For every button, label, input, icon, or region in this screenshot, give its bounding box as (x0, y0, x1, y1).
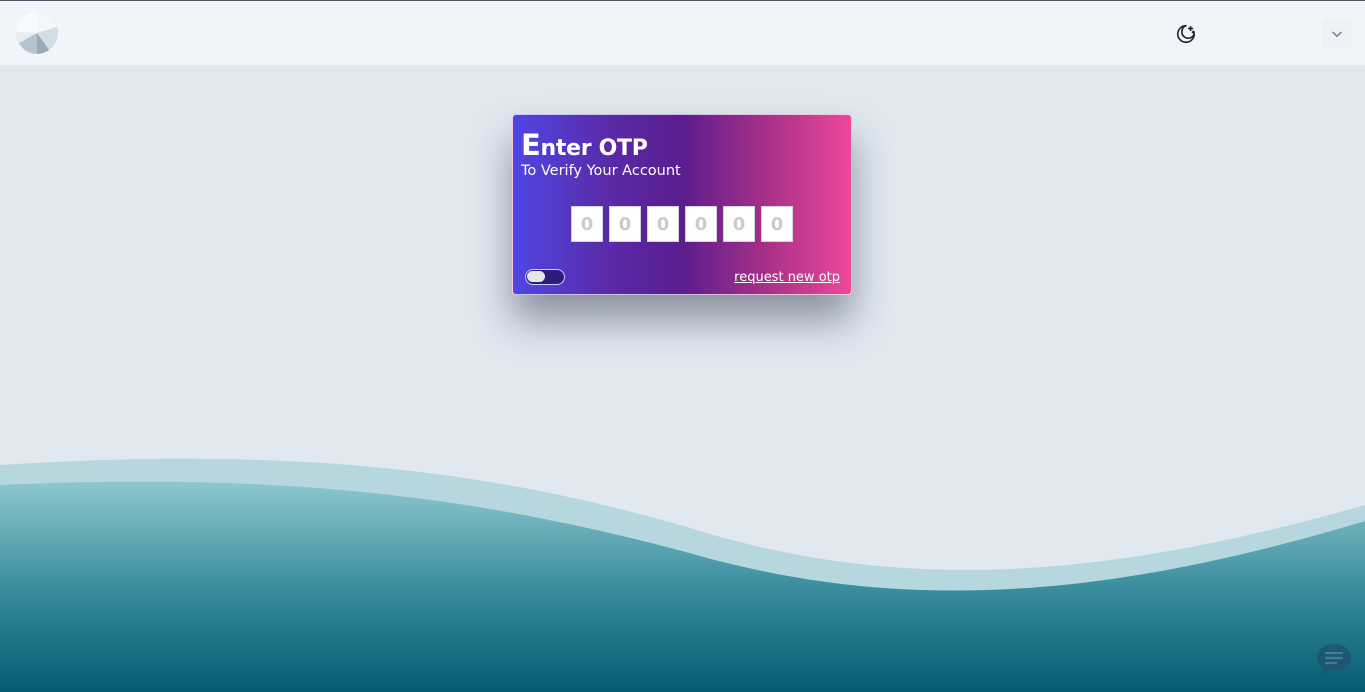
theme-toggle-button[interactable] (1172, 20, 1200, 48)
chat-button[interactable] (1315, 641, 1353, 677)
chat-bubble-icon (1317, 644, 1351, 675)
chevron-down-icon (1332, 31, 1342, 37)
top-navbar (0, 1, 1365, 65)
moon-stars-icon (1176, 24, 1196, 44)
otp-digit-input[interactable]: 0 (723, 206, 755, 242)
request-new-otp-link[interactable]: request new otp (734, 270, 840, 285)
otp-input-group: 0 0 0 0 0 0 (571, 206, 793, 242)
toggle-switch[interactable] (525, 269, 565, 285)
otp-card-subtitle: To Verify Your Account (521, 163, 681, 179)
otp-card: Enter OTP To Verify Your Account 0 0 0 0… (512, 114, 852, 295)
otp-digit-input[interactable]: 0 (571, 206, 603, 242)
user-menu-dropdown[interactable] (1322, 19, 1352, 49)
otp-card-title: Enter OTP (521, 128, 648, 162)
otp-digit-input[interactable]: 0 (609, 206, 641, 242)
wave-background (0, 458, 1365, 692)
otp-digit-input[interactable]: 0 (685, 206, 717, 242)
logo-icon[interactable] (15, 11, 58, 54)
otp-digit-input[interactable]: 0 (647, 206, 679, 242)
otp-digit-input[interactable]: 0 (761, 206, 793, 242)
toggle-knob (527, 271, 545, 282)
